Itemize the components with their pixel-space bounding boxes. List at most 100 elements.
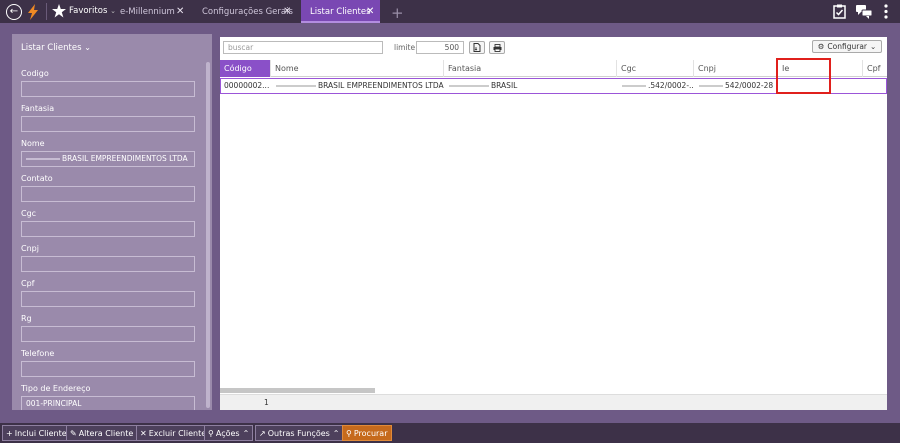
search-label: Procurar xyxy=(353,428,388,438)
search-button[interactable]: ⚲ Procurar xyxy=(342,425,392,441)
x-icon: ✕ xyxy=(140,428,147,438)
tipo-endereco-select[interactable]: 001-PRINCIPAL xyxy=(21,396,195,410)
edit-client-button[interactable]: ✎ Altera Cliente xyxy=(66,425,138,441)
field-label-cgc: Cgc xyxy=(21,209,37,218)
cell-cgc: .542/0002-... xyxy=(622,79,694,93)
tab-configuracoes-gerais[interactable]: Configurações Gerais ✕ xyxy=(194,0,298,23)
cell-fantasia-text: BRASIL xyxy=(491,81,518,90)
file-export-icon xyxy=(473,43,481,52)
fantasia-field[interactable] xyxy=(21,116,195,132)
cell-cnpj-text: 542/0002-28 xyxy=(725,81,774,90)
bottom-toolbar: + Inclui Cliente ✎ Altera Cliente ✕ Excluir… xyxy=(0,423,900,443)
cell-cpf xyxy=(868,79,888,93)
cpf-field[interactable] xyxy=(21,291,195,307)
lightning-logo-icon[interactable] xyxy=(26,4,40,20)
delete-client-label: Excluir Cliente xyxy=(148,428,207,438)
star-icon[interactable] xyxy=(52,3,66,19)
top-bar: ← Favoritos ⌄ e-Millennium ✕ Configuraçõ… xyxy=(0,0,900,23)
filter-panel-header[interactable]: Listar Clientes ⌄ xyxy=(21,43,91,53)
other-functions-button[interactable]: ↗ Outras Funções ⌃ xyxy=(255,425,344,441)
field-label-telefone: Telefone xyxy=(21,349,55,358)
tab-e-millennium[interactable]: e-Millennium ✕ xyxy=(112,0,192,23)
cell-nome: BRASIL EMPREENDIMENTOS LTDA. xyxy=(276,79,444,93)
column-header-cgc[interactable]: Cgc xyxy=(617,60,694,77)
cgc-field[interactable] xyxy=(21,221,195,237)
cell-nome-text: BRASIL EMPREENDIMENTOS LTDA. xyxy=(318,81,444,90)
chevron-up-icon: ⌃ xyxy=(332,428,340,438)
field-label-tipo-endereco: Tipo de Endereço xyxy=(21,384,91,393)
chat-icon[interactable] xyxy=(856,5,873,19)
field-label-contato: Contato xyxy=(21,174,53,183)
column-header-codigo[interactable]: Código xyxy=(220,60,271,77)
chevron-up-icon: ⌃ xyxy=(242,428,250,438)
favorites-label: Favoritos xyxy=(69,6,108,16)
edit-icon: ✎ xyxy=(70,428,77,438)
nome-field[interactable]: BRASIL EMPREENDIMENTOS LTDA xyxy=(21,151,195,167)
delete-client-button[interactable]: ✕ Excluir Cliente xyxy=(136,425,211,441)
field-label-fantasia: Fantasia xyxy=(21,104,55,113)
plus-icon: + xyxy=(6,428,13,438)
column-header-cnpj[interactable]: Cnpj xyxy=(694,60,778,77)
nome-field-value: BRASIL EMPREENDIMENTOS LTDA xyxy=(62,154,188,163)
include-client-button[interactable]: + Inclui Cliente xyxy=(2,425,71,441)
cell-cnpj: 542/0002-28 xyxy=(699,79,778,93)
divider xyxy=(46,3,47,20)
clipboard-check-icon[interactable] xyxy=(833,4,846,19)
field-label-cpf: Cpf xyxy=(21,279,35,288)
rg-field[interactable] xyxy=(21,326,195,342)
arrow-left-icon: ← xyxy=(9,6,19,17)
add-tab-button[interactable]: + xyxy=(391,4,404,22)
cell-cgc-text: .542/0002-... xyxy=(648,81,694,90)
cell-fantasia: BRASIL xyxy=(449,79,617,93)
search-icon: ⚲ xyxy=(346,428,352,438)
contato-field[interactable] xyxy=(21,186,195,202)
column-header-fantasia[interactable]: Fantasia xyxy=(444,60,617,77)
gear-icon: ⚙ xyxy=(817,42,825,51)
edit-client-label: Altera Cliente xyxy=(78,428,134,438)
close-icon[interactable]: ✕ xyxy=(283,6,291,17)
column-header-nome[interactable]: Nome xyxy=(271,60,444,77)
close-icon[interactable]: ✕ xyxy=(366,6,374,17)
column-header-cpf[interactable]: Cpf xyxy=(863,60,887,77)
tab-label: Configurações Gerais xyxy=(202,6,293,17)
filter-panel-scrollbar[interactable] xyxy=(206,62,210,408)
highlight-box xyxy=(776,58,831,94)
include-client-label: Inclui Cliente xyxy=(14,428,67,438)
back-button[interactable]: ← xyxy=(6,4,22,20)
field-label-nome: Nome xyxy=(21,139,45,148)
printer-icon xyxy=(493,43,501,52)
results-panel: buscar limite: 500 ⚙ Configurar ⌄ Código… xyxy=(220,37,887,410)
field-label-rg: Rg xyxy=(21,314,32,323)
close-icon[interactable]: ✕ xyxy=(176,6,184,17)
kebab-menu-icon[interactable] xyxy=(883,4,889,19)
cnpj-field[interactable] xyxy=(21,256,195,272)
page-number[interactable]: 1 xyxy=(264,398,269,407)
cell-codigo: 00000002... xyxy=(224,81,270,90)
horizontal-scrollbar[interactable] xyxy=(220,388,375,393)
configure-label: Configurar xyxy=(827,42,868,51)
redacted-text xyxy=(26,158,60,160)
external-link-icon: ↗ xyxy=(259,428,266,438)
tab-label: e-Millennium xyxy=(120,6,175,17)
search-input[interactable]: buscar xyxy=(223,41,383,54)
chevron-down-icon: ⌄ xyxy=(870,42,877,51)
tab-label: Listar Clientes xyxy=(310,6,371,17)
configure-button[interactable]: ⚙ Configurar ⌄ xyxy=(812,40,882,53)
other-functions-label: Outras Funções xyxy=(267,428,330,438)
actions-button[interactable]: ⚲ Ações ⌃ xyxy=(204,425,254,441)
tab-listar-clientes[interactable]: Listar Clientes ✕ xyxy=(301,0,380,23)
export-button[interactable] xyxy=(469,41,485,54)
redacted-text xyxy=(699,85,723,87)
field-label-codigo: Codigo xyxy=(21,69,49,78)
favorites-menu[interactable]: Favoritos ⌄ xyxy=(69,6,116,16)
chevron-down-icon: ⌄ xyxy=(84,43,91,52)
print-button[interactable] xyxy=(489,41,505,54)
redacted-text xyxy=(622,85,646,87)
filter-panel: Listar Clientes ⌄ Codigo Fantasia Nome B… xyxy=(12,34,212,410)
redacted-text xyxy=(276,85,316,87)
filter-panel-title: Listar Clientes xyxy=(21,43,82,53)
limit-input[interactable]: 500 xyxy=(416,41,464,54)
telefone-field[interactable] xyxy=(21,361,195,377)
codigo-field[interactable] xyxy=(21,81,195,97)
actions-label: Ações xyxy=(215,428,240,438)
